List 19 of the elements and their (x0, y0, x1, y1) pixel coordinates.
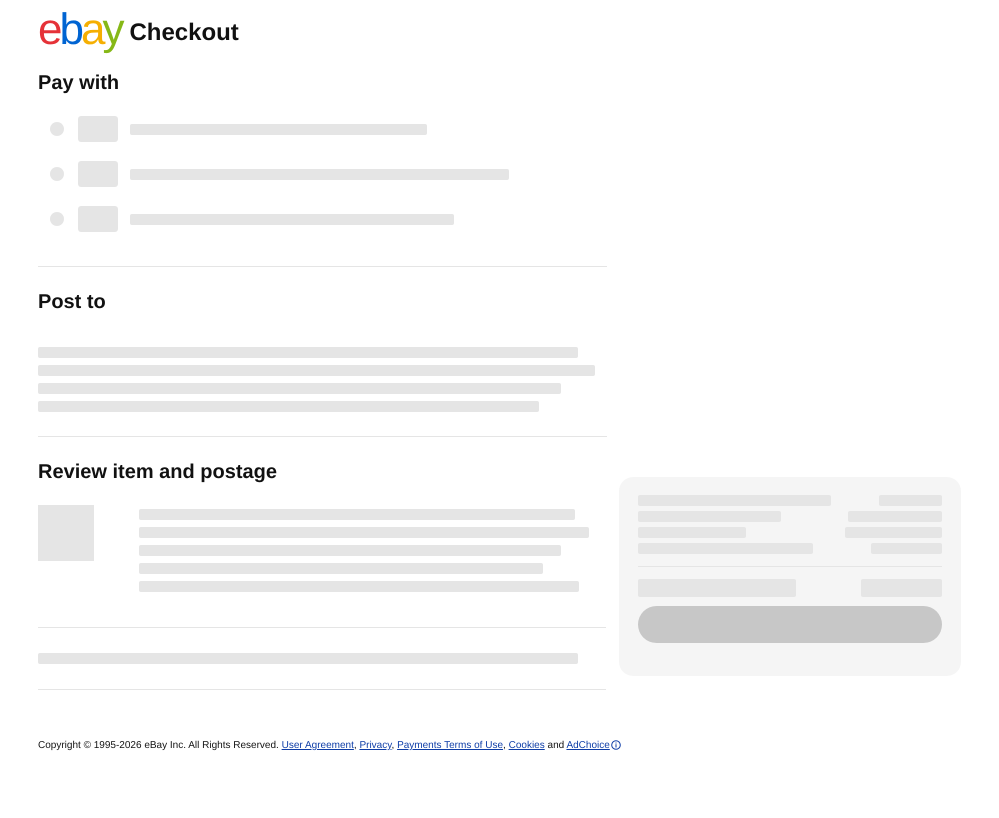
page-title: Checkout (129, 19, 239, 47)
section-heading: Post to (38, 291, 107, 314)
footer-link[interactable]: Payments Terms of Use (397, 740, 504, 751)
radio-placeholder (50, 212, 64, 226)
footer-link[interactable]: Cookies (508, 740, 545, 751)
footer-link[interactable]: User Agreement (282, 740, 354, 751)
info-icon[interactable] (610, 740, 621, 750)
card-placeholder (78, 116, 118, 142)
footer-link[interactable]: Privacy (359, 740, 392, 751)
card-placeholder (78, 206, 118, 232)
radio-placeholder (50, 122, 64, 136)
copyright-text: Copyright © 1995-2026 eBay Inc. All Rights Reserved. User Agreement, Privacy, Payments Terms of Use, Cookies and AdChoice (38, 740, 961, 751)
section-heading: Pay with (38, 72, 120, 95)
radio-placeholder (50, 167, 64, 181)
card-placeholder (78, 161, 118, 187)
footer-link[interactable]: AdChoice (566, 740, 610, 751)
ebay-logo: ebay (38, 8, 122, 52)
section-heading: Review item and postage (38, 461, 278, 484)
image-placeholder (38, 505, 94, 561)
